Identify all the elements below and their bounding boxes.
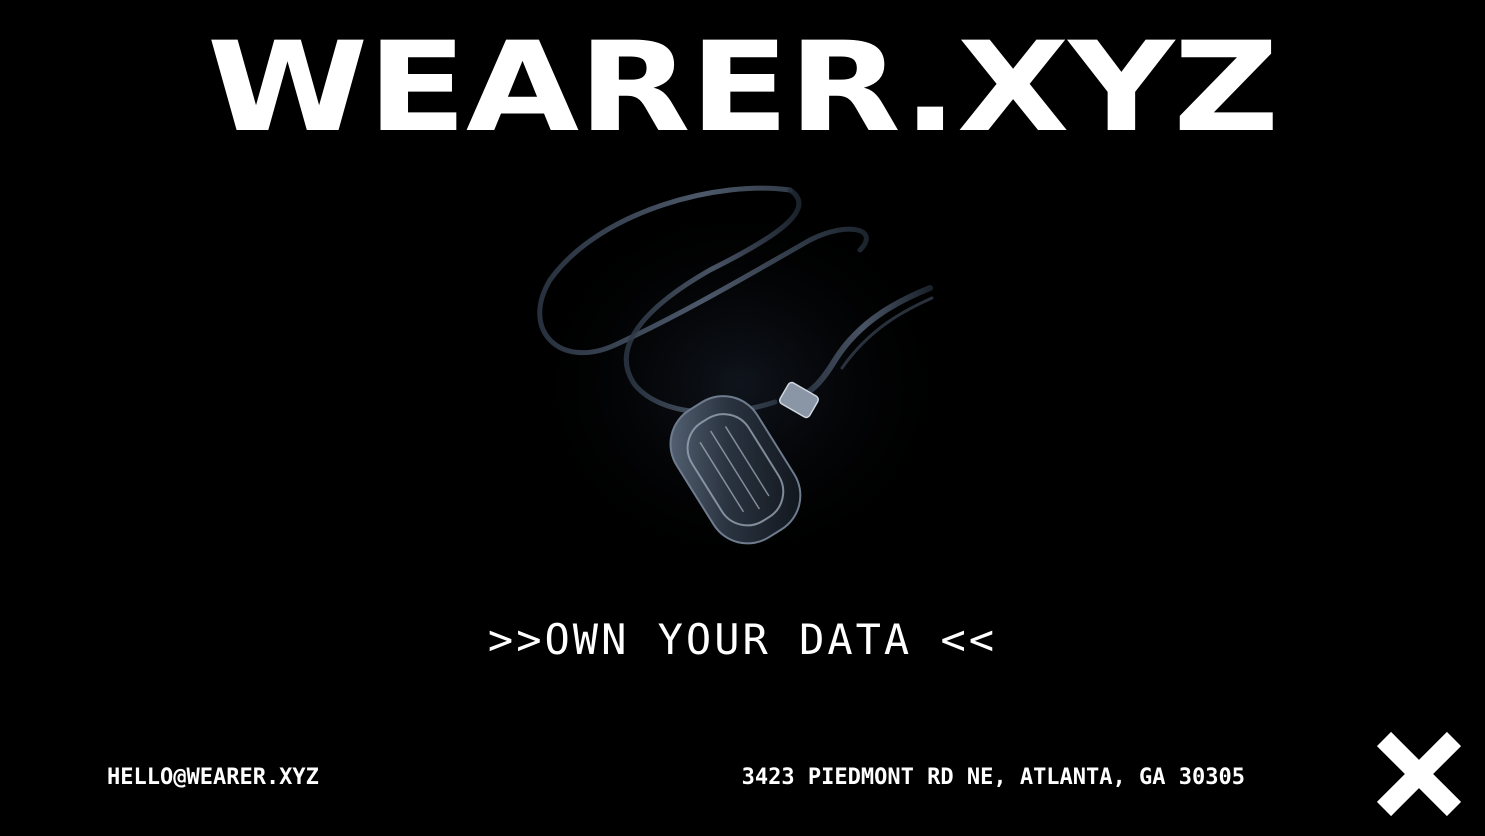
- address-text: 3423 PIEDMONT RD NE, ATLANTA, GA 30305: [741, 765, 1245, 790]
- brand-title: WEARER.XYZ: [206, 16, 1279, 160]
- pendant-necklace-image: [520, 170, 960, 560]
- tagline: >>OWN YOUR DATA <<: [487, 615, 998, 664]
- email-link[interactable]: HELLO@WEARER.XYZ: [107, 764, 319, 792]
- close-icon[interactable]: [1372, 727, 1466, 821]
